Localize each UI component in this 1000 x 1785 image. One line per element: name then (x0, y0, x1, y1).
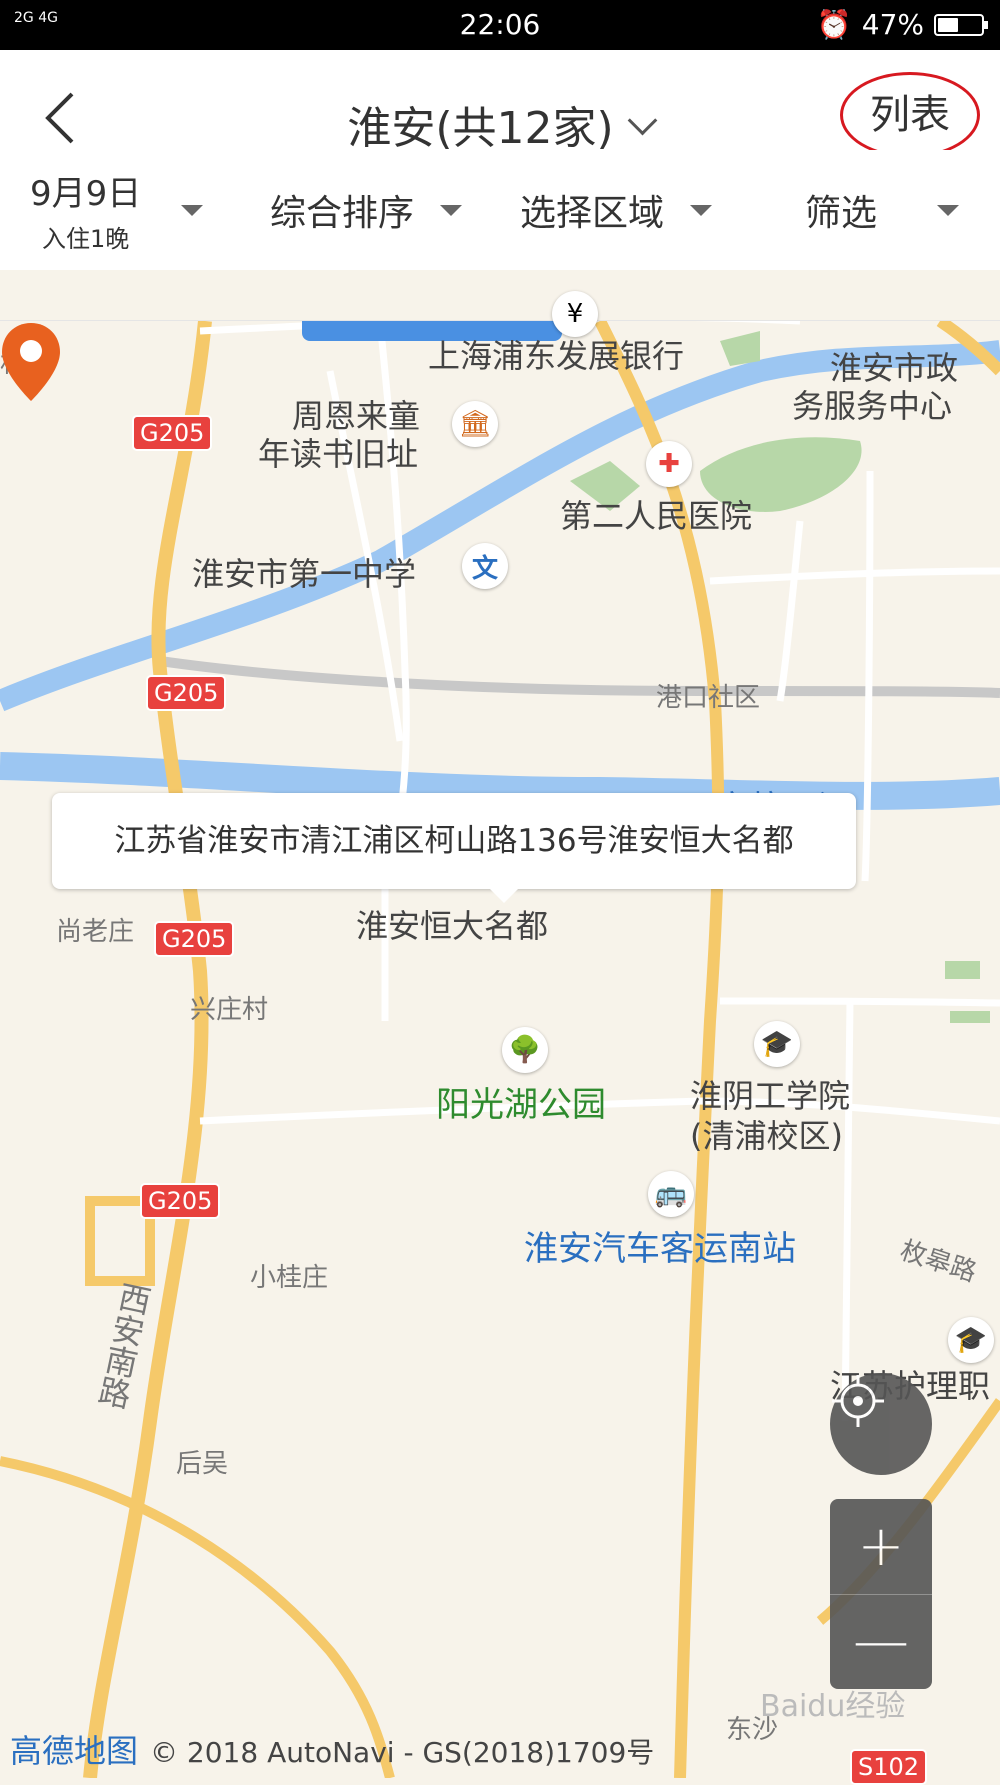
map-label-bank: 上海浦东发展银行 (428, 337, 685, 375)
map-copyright: 高德地图 © 2018 AutoNavi - GS(2018)1709号 (10, 1726, 654, 1772)
dropdown-arrow-icon (690, 204, 713, 216)
road-shield: G205 (132, 415, 213, 451)
dropdown-arrow-icon (937, 204, 960, 216)
area-filter[interactable]: 选择区域 (520, 150, 713, 270)
checkin-date: 9月9日 (30, 174, 142, 214)
locate-button[interactable] (830, 1373, 932, 1475)
map-label: 兴庄村 (190, 995, 269, 1025)
zoom-in-button[interactable]: + (830, 1499, 932, 1595)
list-button[interactable]: 列表 (840, 72, 980, 158)
area-label: 选择区域 (520, 193, 665, 234)
date-filter[interactable]: 9月9日 入住1晚 (30, 150, 204, 270)
copyright-text: © 2018 AutoNavi - GS(2018)1709号 (150, 1736, 655, 1769)
sort-filter[interactable]: 综合排序 (270, 150, 463, 270)
page-title: 淮安(共12家) (347, 103, 614, 154)
selected-place-label: 淮安恒大名都 (356, 907, 549, 945)
road-shield: G205 (154, 921, 235, 957)
crosshair-icon (832, 1375, 884, 1427)
map-label: 后吴 (176, 1449, 229, 1479)
map-label-park: 阳光湖公园 (436, 1085, 606, 1125)
museum-icon: 🏛 (452, 401, 498, 447)
nights-count: 入住1晚 (41, 225, 130, 253)
status-bar: 2G 4G 22:06 ⏰ 47% (0, 0, 1000, 50)
zoom-out-button[interactable]: — (830, 1594, 932, 1689)
address-bubble[interactable]: 江苏省淮安市清江浦区柯山路136号淮安恒大名都 (52, 793, 856, 903)
filter-label: 筛选 (805, 193, 878, 234)
college-icon: 🎓 (754, 1021, 800, 1067)
map-label-college-2: (清浦校区) (690, 1117, 843, 1155)
map-label-zhou-2: 年读书旧址 (258, 435, 419, 473)
dropdown-arrow-icon (181, 204, 204, 216)
map-label-school: 淮安市第一中学 (192, 555, 417, 593)
amap-logo: 高德地图 (10, 1732, 139, 1770)
park-icon: 🌳 (502, 1027, 548, 1073)
road-shield: G205 (140, 1183, 221, 1219)
map-label: 尚老庄 (56, 917, 135, 947)
college-icon-2: 🎓 (948, 1317, 994, 1363)
dropdown-arrow-icon (440, 204, 463, 216)
status-icons: ⏰ 47% (816, 8, 988, 41)
school-icon: 文 (462, 543, 508, 589)
battery-percent: 47% (861, 8, 924, 41)
map-label-gov-2: 务服务中心 (792, 387, 953, 425)
bank-icon: ¥ (552, 291, 598, 337)
map-label-bus-station: 淮安汽车客运南站 (524, 1229, 796, 1269)
sort-label: 综合排序 (270, 193, 415, 234)
location-pin-icon[interactable] (0, 321, 62, 403)
map-label-community: 港口社区 (656, 683, 761, 713)
map-label: 小桂庄 (250, 1263, 329, 1293)
watermark: Baidu经验 (760, 1689, 906, 1724)
chevron-down-icon (627, 105, 658, 136)
screen-filter[interactable]: 筛选 (805, 150, 960, 270)
alarm-icon: ⏰ (816, 8, 852, 41)
filter-bar: 9月9日 入住1晚 综合排序 选择区域 筛选 (0, 150, 1000, 270)
road-shield: G205 (146, 675, 227, 711)
battery-icon (934, 13, 988, 36)
road-shield: S102 (850, 1749, 928, 1785)
map-view[interactable]: 村 上海浦东发展银行 ¥ 淮安市政 务服务中心 周恩来童 年读书旧址 🏛 ✚ 第… (0, 291, 1000, 1785)
zoom-control: + — (830, 1499, 932, 1689)
hospital-icon: ✚ (646, 441, 692, 487)
map-label-hospital: 第二人民医院 (560, 497, 753, 535)
bus-icon: 🚌 (648, 1171, 694, 1217)
